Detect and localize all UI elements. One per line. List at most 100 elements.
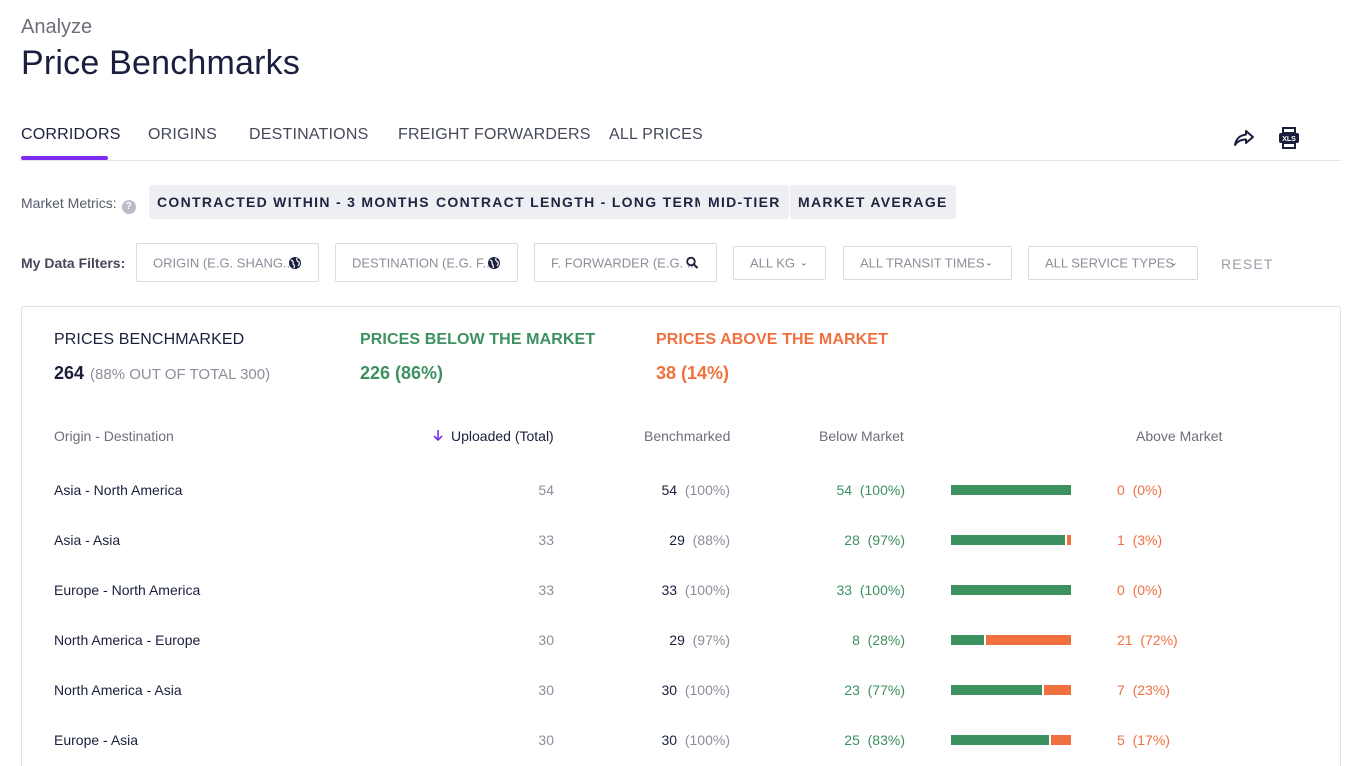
- below-bar-segment: [951, 535, 1065, 545]
- sort-arrow-down-icon[interactable]: [432, 429, 444, 442]
- benchmarked-value: 264 (88% OUT OF TOTAL 300): [54, 363, 270, 384]
- benchmarked-row-pct: (100%): [684, 482, 730, 498]
- above-market-title: PRICES ABOVE THE MARKET: [656, 331, 888, 348]
- page-title: Price Benchmarks: [21, 44, 301, 82]
- above-row-count: 1: [1117, 532, 1125, 548]
- benchmarked-row-count: 29: [669, 532, 685, 548]
- market-split-bar: [951, 585, 1071, 595]
- benchmarked-cell: 30 (100%): [662, 732, 731, 748]
- service-type-select[interactable]: ALL SERVICE TYPES ⌄: [1028, 246, 1198, 280]
- col-header-benchmarked[interactable]: Benchmarked: [644, 428, 730, 444]
- col-header-below-market[interactable]: Below Market: [819, 428, 904, 444]
- above-row-pct: (23%): [1132, 682, 1170, 698]
- market-split-bar: [951, 485, 1071, 495]
- metric-chip-tier[interactable]: MID-TIER: [700, 185, 789, 219]
- below-row-pct: (100%): [859, 582, 905, 598]
- below-row-count: 28: [844, 532, 860, 548]
- below-row-pct: (28%): [867, 632, 905, 648]
- table-row[interactable]: Europe - North America 33 33 (100%) 33 (100…: [22, 582, 1340, 602]
- market-split-bar: [951, 735, 1071, 745]
- table-row[interactable]: Asia - Asia 33 29 (88%) 28 (97%) 1 (3%): [22, 532, 1340, 552]
- benchmarked-cell: 30 (100%): [662, 682, 731, 698]
- above-bar-segment: [1044, 685, 1071, 695]
- below-market-cell: 28 (97%): [844, 532, 905, 548]
- below-bar-segment: [951, 635, 984, 645]
- benchmarked-row-pct: (88%): [692, 532, 730, 548]
- tab-corridors[interactable]: CORRIDORS: [21, 126, 121, 144]
- uploaded-count: 30: [538, 682, 554, 698]
- benchmarked-subtext: (88% OUT OF TOTAL 300): [90, 366, 271, 383]
- below-market-cell: 25 (83%): [844, 732, 905, 748]
- chevron-down-icon: ⌄: [1170, 257, 1178, 268]
- col-header-corridor[interactable]: Origin - Destination: [54, 428, 174, 444]
- corridor-name: North America - Asia: [54, 682, 182, 698]
- col-header-uploaded[interactable]: Uploaded (Total): [451, 428, 554, 444]
- xls-badge-label: XLS: [1282, 136, 1296, 143]
- below-row-count: 23: [844, 682, 860, 698]
- above-market-cell: 21 (72%): [1117, 632, 1178, 648]
- tab-all-prices[interactable]: ALL PRICES: [609, 126, 703, 144]
- below-row-pct: (83%): [867, 732, 905, 748]
- benchmarked-title: PRICES BENCHMARKED: [54, 331, 245, 348]
- col-header-above-market[interactable]: Above Market: [1136, 428, 1222, 444]
- benchmarked-row-pct: (100%): [684, 682, 730, 698]
- destination-filter-input[interactable]: DESTINATION (E.G. F...: [335, 243, 518, 282]
- below-row-count: 33: [836, 582, 853, 598]
- reset-button[interactable]: RESET: [1221, 256, 1274, 272]
- share-icon[interactable]: [1232, 126, 1256, 150]
- below-row-count: 54: [836, 482, 853, 498]
- kg-select[interactable]: ALL KG ⌄: [733, 246, 826, 280]
- below-bar-segment: [951, 485, 1071, 495]
- above-market-cell: 5 (17%): [1117, 732, 1170, 748]
- benchmarked-cell: 33 (100%): [662, 582, 731, 598]
- transit-time-select[interactable]: ALL TRANSIT TIMES ⌄: [843, 246, 1012, 280]
- above-market-cell: 0 (0%): [1117, 582, 1162, 598]
- below-bar-segment: [951, 585, 1071, 595]
- tab-destinations[interactable]: DESTINATIONS: [249, 126, 368, 144]
- below-row-pct: (97%): [867, 532, 905, 548]
- forwarder-filter-input[interactable]: F. FORWARDER (E.G. ...: [534, 243, 717, 282]
- above-bar-segment: [1067, 535, 1071, 545]
- market-metrics-text: Market Metrics:: [21, 195, 117, 211]
- table-row[interactable]: Asia - North America 54 54 (100%) 54 (100%)…: [22, 482, 1340, 502]
- below-bar-segment: [951, 735, 1049, 745]
- benchmark-panel: PRICES BENCHMARKED 264 (88% OUT OF TOTAL …: [21, 306, 1341, 766]
- xls-export-icon[interactable]: XLS: [1277, 126, 1301, 150]
- above-row-count: 5: [1117, 732, 1125, 748]
- benchmarked-row-count: 54: [661, 482, 678, 498]
- benchmarked-row-pct: (100%): [684, 732, 730, 748]
- above-row-pct: (3%): [1132, 532, 1163, 548]
- benchmarked-cell: 29 (88%): [669, 532, 730, 548]
- metric-chip-contracted[interactable]: CONTRACTED WITHIN - 3 MONTHS: [149, 185, 438, 219]
- above-bar-segment: [1051, 735, 1071, 745]
- table-row[interactable]: North America - Europe 30 29 (97%) 8 (28%) 2…: [22, 632, 1340, 652]
- uploaded-count: 30: [538, 732, 554, 748]
- benchmarked-row-pct: (100%): [684, 582, 730, 598]
- corridor-name: North America - Europe: [54, 632, 201, 648]
- above-row-count: 0: [1117, 482, 1125, 498]
- corridor-name: Europe - Asia: [54, 732, 139, 748]
- data-filters-label: My Data Filters:: [21, 255, 126, 271]
- tab-origins[interactable]: ORIGINS: [148, 126, 217, 144]
- market-split-bar: [951, 685, 1071, 695]
- above-bar-segment: [986, 635, 1071, 645]
- corridor-name: Europe - North America: [54, 582, 201, 598]
- benchmarked-cell: 29 (97%): [669, 632, 730, 648]
- benchmarked-row-count: 30: [661, 682, 678, 698]
- chevron-down-icon: ⌄: [800, 257, 808, 268]
- metric-chip-market-average[interactable]: MARKET AVERAGE: [790, 185, 956, 219]
- table-row[interactable]: North America - Asia 30 30 (100%) 23 (77%) 7…: [22, 682, 1340, 702]
- benchmarked-row-count: 33: [661, 582, 678, 598]
- benchmarked-count: 264: [54, 363, 85, 383]
- above-row-count: 21: [1117, 632, 1133, 648]
- below-market-value: 226 (86%): [360, 363, 444, 383]
- help-icon[interactable]: ?: [121, 200, 136, 214]
- above-row-count: 0: [1117, 582, 1125, 598]
- above-row-pct: (17%): [1132, 732, 1170, 748]
- above-row-pct: (72%): [1140, 632, 1178, 648]
- origin-filter-input[interactable]: ORIGIN (E.G. SHANG...: [136, 243, 319, 282]
- table-row[interactable]: Europe - Asia 30 30 (100%) 25 (83%) 5 (17%): [22, 732, 1340, 752]
- metric-chip-contract-length[interactable]: CONTRACT LENGTH - LONG TERM: [428, 185, 716, 219]
- below-market-title: PRICES BELOW THE MARKET: [360, 331, 596, 348]
- tab-freight-forwarders[interactable]: FREIGHT FORWARDERS: [398, 126, 591, 144]
